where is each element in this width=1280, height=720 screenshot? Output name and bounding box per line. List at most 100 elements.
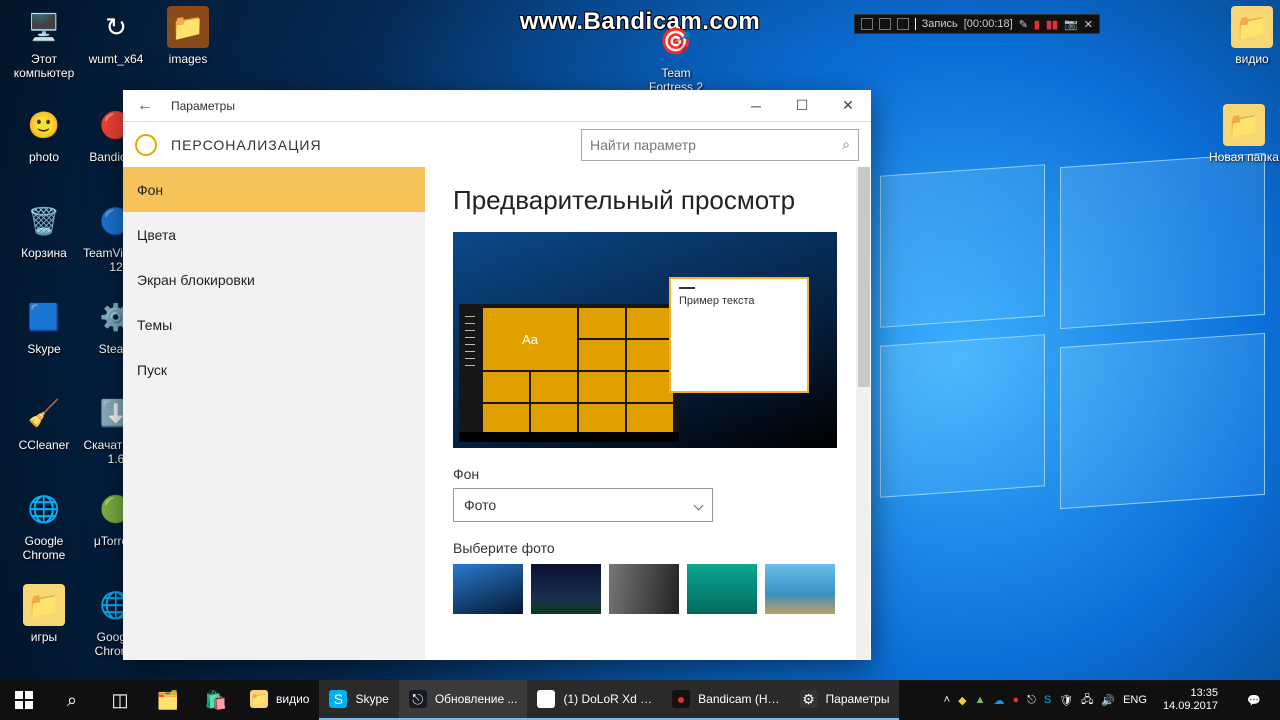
desktop-icon-photo[interactable]: 🙂photo bbox=[8, 104, 80, 164]
clock-time: 13:35 bbox=[1163, 687, 1218, 700]
thumb-1[interactable] bbox=[453, 564, 523, 614]
icon-label: Skype bbox=[8, 342, 80, 356]
preview-heading: Предварительный просмотр bbox=[453, 185, 843, 216]
search-icon[interactable]: ⌕ bbox=[842, 136, 850, 153]
sidebar-item-фон[interactable]: Фон bbox=[123, 167, 425, 212]
search-button[interactable]: ⌕ bbox=[48, 680, 96, 720]
thumb-3[interactable] bbox=[609, 564, 679, 614]
icon-image: 🖥️ bbox=[23, 6, 65, 48]
bandicam-btn-1[interactable] bbox=[861, 18, 873, 30]
desktop-icon-игры[interactable]: 📁 игры bbox=[8, 584, 80, 644]
icon-label: Google Chrome bbox=[8, 534, 80, 562]
record-pause-icon[interactable]: ▮ bbox=[1034, 18, 1040, 31]
separator bbox=[915, 18, 916, 30]
window-titlebar[interactable]: ← Параметры ─ ☐ ✕ bbox=[123, 90, 871, 122]
bandicam-btn-2[interactable] bbox=[879, 18, 891, 30]
taskbar-item-bandicam-h-[interactable]: ●Bandicam (H… bbox=[662, 680, 789, 720]
action-center-button[interactable]: 💬 bbox=[1234, 680, 1274, 720]
icon-label: Корзина bbox=[8, 246, 80, 260]
search-input[interactable]: Найти параметр ⌕ bbox=[581, 129, 859, 161]
icon-image: 📁 bbox=[23, 584, 65, 626]
background-preview: Aa Пример текста bbox=[453, 232, 837, 448]
bandicam-toolbar[interactable]: Запись [00:00:18] ✎ ▮ ▮▮ 📷 ✕ bbox=[854, 14, 1100, 34]
tray-onedrive-icon[interactable]: ☁ bbox=[993, 694, 1004, 707]
desktop-icon-team-fortress-2[interactable]: 🎯Team Fortress 2 bbox=[640, 20, 712, 94]
thumb-5[interactable] bbox=[765, 564, 835, 614]
icon-image: 🙂 bbox=[23, 104, 65, 146]
taskbar-clock[interactable]: 13:35 14.09.2017 bbox=[1155, 687, 1226, 713]
icon-label: игры bbox=[8, 630, 80, 644]
tray-defender-icon[interactable]: 🛡 bbox=[1059, 694, 1073, 707]
bandicam-status-label: Запись bbox=[922, 18, 958, 30]
bandicam-elapsed: [00:00:18] bbox=[964, 18, 1013, 30]
icon-label: Новая папка bbox=[1208, 150, 1280, 164]
sidebar-item-экран-блокировки[interactable]: Экран блокировки bbox=[123, 257, 425, 302]
task-view-button[interactable]: ◫ bbox=[96, 680, 144, 720]
icon-image: 📁 bbox=[1231, 6, 1273, 48]
record-stop-icon[interactable]: ▮▮ bbox=[1046, 18, 1058, 31]
thumb-2[interactable] bbox=[531, 564, 601, 614]
photo-thumbnails bbox=[453, 564, 843, 614]
tray-icon-2[interactable]: ▲ bbox=[975, 694, 986, 706]
background-type-dropdown[interactable]: Фото bbox=[453, 488, 713, 522]
desktop-icon-этот-компьютер[interactable]: 🖥️ Этот компьютер bbox=[8, 6, 80, 80]
tray-language[interactable]: ENG bbox=[1123, 694, 1147, 706]
start-button[interactable] bbox=[0, 680, 48, 720]
tray-icon-1[interactable]: ◆ bbox=[958, 694, 966, 707]
desktop-icon-видио[interactable]: 📁видио bbox=[1216, 6, 1280, 66]
close-button[interactable]: ✕ bbox=[825, 90, 871, 122]
task-icon: ⚙ bbox=[800, 690, 818, 708]
tray-expand-icon[interactable]: ˄ bbox=[944, 694, 950, 706]
thumb-4[interactable] bbox=[687, 564, 757, 614]
minimize-button[interactable]: ─ bbox=[733, 90, 779, 122]
task-icon: S bbox=[329, 690, 347, 708]
store-button[interactable]: 🛍️ bbox=[192, 680, 240, 720]
settings-content: Предварительный просмотр Aa Пример те bbox=[425, 167, 871, 660]
tray-bandicam-icon[interactable]: ● bbox=[1012, 694, 1019, 706]
icon-label: wumt_x64 bbox=[80, 52, 152, 66]
settings-sidebar: ФонЦветаЭкран блокировкиТемыПуск bbox=[123, 167, 425, 660]
preview-start-menu: Aa bbox=[459, 304, 679, 442]
taskbar-item-обновление-[interactable]: ⎋Обновление ... bbox=[399, 680, 528, 720]
desktop-icon-skype[interactable]: 🟦Skype bbox=[8, 296, 80, 356]
search-placeholder: Найти параметр bbox=[590, 137, 696, 153]
tray-network-icon[interactable]: 🖧 bbox=[1081, 691, 1093, 710]
choose-photo-label: Выберите фото bbox=[453, 540, 843, 556]
desktop-icon-ccleaner[interactable]: 🧹CCleaner bbox=[8, 392, 80, 452]
maximize-button[interactable]: ☐ bbox=[779, 90, 825, 122]
icon-image: 🎯 bbox=[655, 20, 697, 62]
sidebar-item-пуск[interactable]: Пуск bbox=[123, 347, 425, 392]
camera-icon[interactable]: 📷 bbox=[1064, 18, 1078, 31]
desktop-icon-images[interactable]: 📁images bbox=[152, 6, 224, 66]
task-icon: 📁 bbox=[250, 690, 268, 708]
sidebar-item-темы[interactable]: Темы bbox=[123, 302, 425, 347]
bandicam-close-icon[interactable]: ✕ bbox=[1084, 18, 1093, 31]
task-icon: ◉ bbox=[537, 690, 555, 708]
taskbar-item-видио[interactable]: 📁видио bbox=[240, 680, 319, 720]
icon-image: 🌐 bbox=[23, 488, 65, 530]
taskbar-item--1-dolor-xd-[interactable]: ◉(1) DoLoR Xd … bbox=[527, 680, 662, 720]
taskbar-item-skype[interactable]: S Skype bbox=[319, 680, 398, 720]
tray-volume-icon[interactable]: 🔊 bbox=[1101, 694, 1115, 707]
tray-steam-icon[interactable]: ⎋ bbox=[1027, 694, 1036, 707]
back-button[interactable]: ← bbox=[137, 97, 153, 115]
scrollbar-thumb[interactable] bbox=[858, 167, 870, 387]
task-label: Skype bbox=[355, 692, 388, 706]
system-tray: ˄ ◆ ▲ ☁ ● ⎋ S 🛡 🖧 🔊 ENG 13:35 14.09.2017… bbox=[944, 680, 1280, 720]
sidebar-item-цвета[interactable]: Цвета bbox=[123, 212, 425, 257]
file-explorer-button[interactable]: 🗂️ bbox=[144, 680, 192, 720]
pencil-icon[interactable]: ✎ bbox=[1019, 18, 1028, 31]
tray-skype-icon[interactable]: S bbox=[1044, 694, 1051, 706]
desktop-icon-wumt_x64[interactable]: ↻wumt_x64 bbox=[80, 6, 152, 66]
bandicam-btn-3[interactable] bbox=[897, 18, 909, 30]
desktop-icon-google-chrome[interactable]: 🌐 Google Chrome bbox=[8, 488, 80, 562]
background-label: Фон bbox=[453, 466, 843, 482]
desktop-icon-корзина[interactable]: 🗑️Корзина bbox=[8, 200, 80, 260]
settings-window: ← Параметры ─ ☐ ✕ ПЕРСОНАЛИЗАЦИЯ Найти п… bbox=[123, 90, 871, 660]
wallpaper-windows-logo bbox=[880, 160, 1280, 540]
task-icon: ⎋ bbox=[409, 690, 427, 708]
desktop-icon-новая-папка[interactable]: 📁Новая папка bbox=[1208, 104, 1280, 164]
icon-image: 🧹 bbox=[23, 392, 65, 434]
icon-label: Этот компьютер bbox=[8, 52, 80, 80]
taskbar-item-параметры[interactable]: ⚙Параметры bbox=[790, 680, 900, 720]
